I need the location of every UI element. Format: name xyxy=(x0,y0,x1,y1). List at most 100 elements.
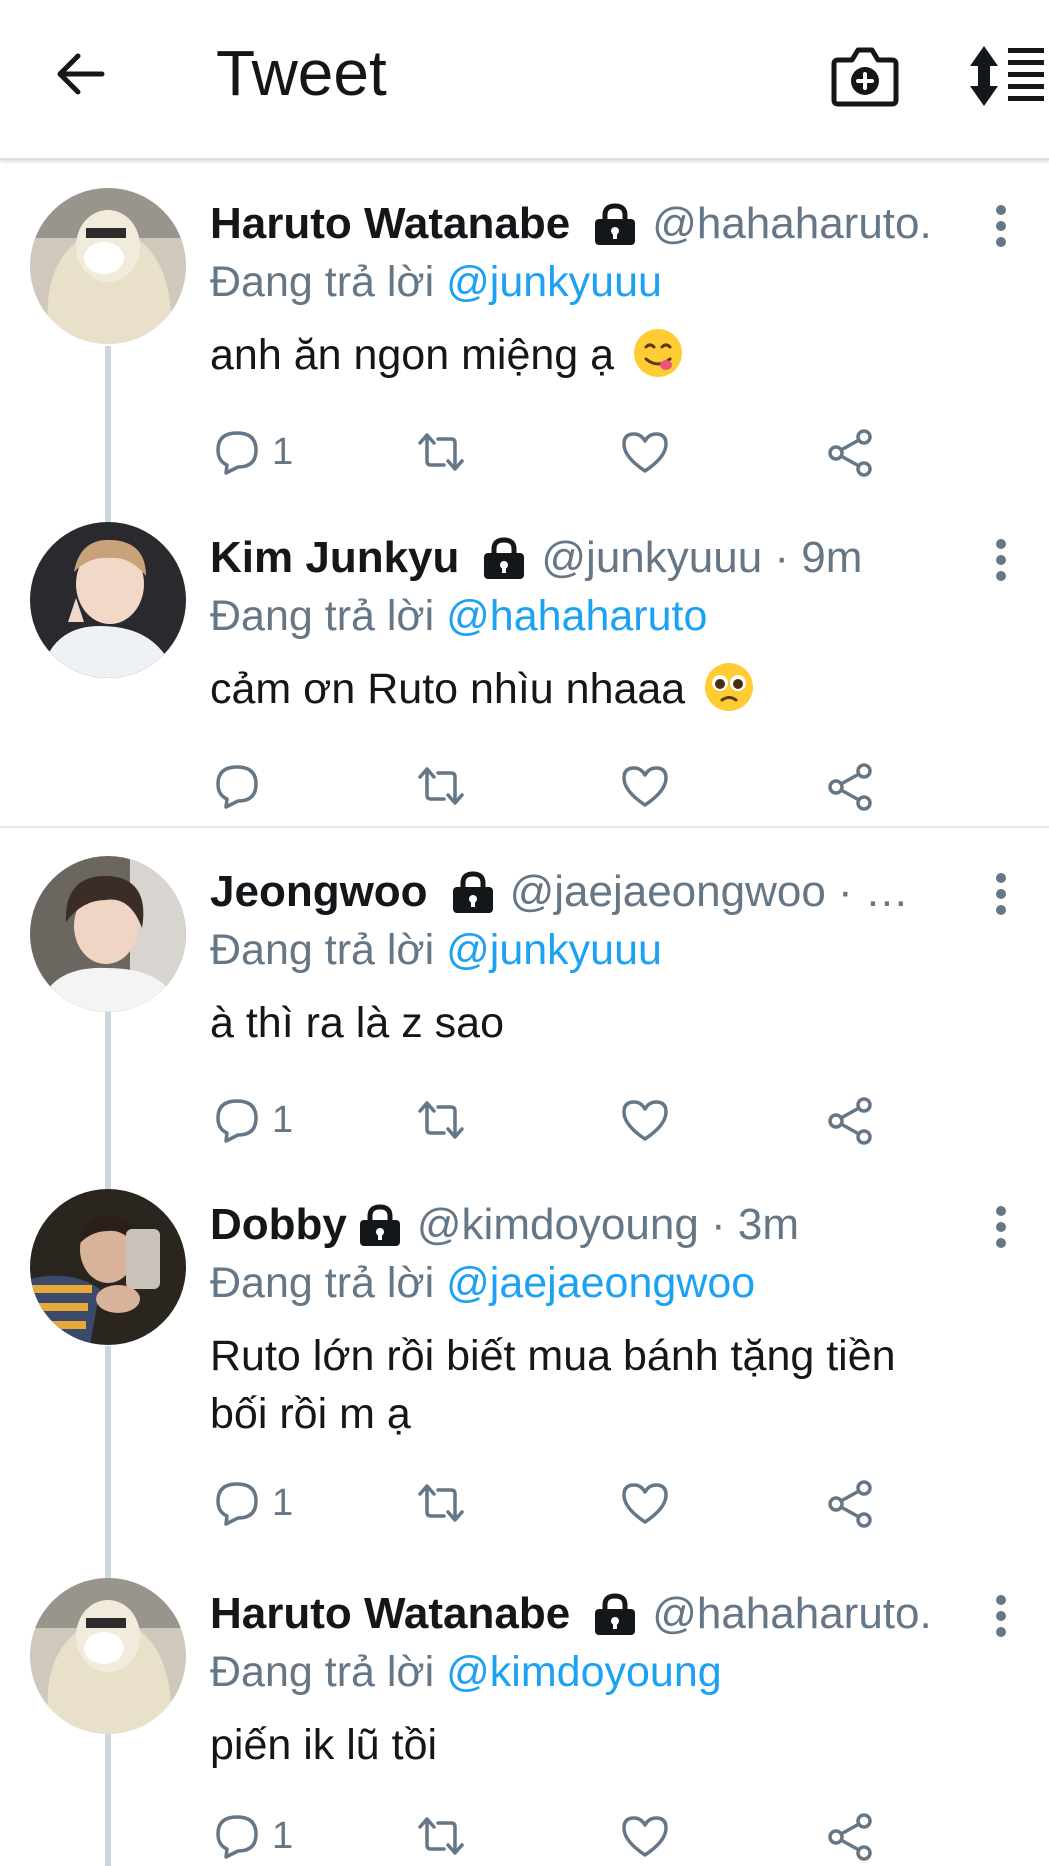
replying-to: Đang trả lời @jaejaeongwoo xyxy=(210,1255,755,1311)
reply-button[interactable]: 1 xyxy=(210,1473,293,1533)
tweet-header: Haruto Watanabe @hahaharuto. xyxy=(210,1586,980,1642)
retweet-button[interactable] xyxy=(414,1473,468,1533)
tweet[interactable]: Jeongwoo @jaejaeongwoo · … Đang trả lời … xyxy=(0,856,1049,1154)
tweet-text-line: bối rồi m ạ xyxy=(210,1390,411,1438)
tweet-header: Kim Junkyu @junkyuuu · 9m xyxy=(210,530,980,586)
share-icon xyxy=(828,763,872,811)
retweet-button[interactable] xyxy=(414,756,468,816)
yum-face-emoji xyxy=(634,329,683,377)
user-handle[interactable]: @hahaharuto. xyxy=(652,1586,932,1642)
conversation-divider xyxy=(0,826,1049,828)
like-button[interactable] xyxy=(618,1473,672,1533)
top-app-bar: Tweet xyxy=(0,0,1049,160)
lock-icon xyxy=(484,537,525,579)
like-button[interactable] xyxy=(618,422,672,482)
avatar[interactable] xyxy=(30,522,186,678)
more-options-icon[interactable] xyxy=(993,1205,1009,1249)
replying-to: Đang trả lời @kimdoyoung xyxy=(210,1644,722,1700)
replying-to-label: Đang trả lời xyxy=(210,258,435,306)
display-name[interactable]: Jeongwoo xyxy=(210,864,428,920)
arrow-left-icon[interactable] xyxy=(50,44,110,104)
tweet-text: piến ik lũ tồi xyxy=(210,1716,990,1774)
tweet-text: cảm ơn Ruto nhìu nhaaa xyxy=(210,660,990,718)
more-options-icon[interactable] xyxy=(993,204,1009,248)
reply-count: 1 xyxy=(272,1814,294,1857)
reply-count: 1 xyxy=(272,430,294,473)
retweet-icon xyxy=(418,767,464,805)
share-button[interactable] xyxy=(824,1473,878,1533)
share-button[interactable] xyxy=(824,422,878,482)
reply-button[interactable]: 1 xyxy=(210,1090,293,1150)
mention-link[interactable]: @jaejaeongwoo xyxy=(446,1259,755,1307)
share-icon xyxy=(828,429,872,477)
lock-icon xyxy=(359,1204,400,1246)
tweet-actions xyxy=(210,756,990,816)
replying-to-label: Đang trả lời xyxy=(210,926,435,974)
reply-icon xyxy=(216,1099,258,1143)
like-button[interactable] xyxy=(618,1806,672,1866)
display-name[interactable]: Kim Junkyu xyxy=(210,530,459,586)
retweet-button[interactable] xyxy=(414,422,468,482)
tweet[interactable]: Kim Junkyu @junkyuuu · 9m Đang trả lời @… xyxy=(0,522,1049,820)
display-name[interactable]: Haruto Watanabe xyxy=(210,196,570,252)
retweet-button[interactable] xyxy=(414,1090,468,1150)
tweet[interactable]: Dobby @kimdoyoung · 3m Đang trả lời @jae… xyxy=(0,1189,1049,1528)
tweet-text: à thì ra là z sao xyxy=(210,994,990,1052)
mention-link[interactable]: @kimdoyoung xyxy=(446,1648,722,1696)
reply-icon xyxy=(216,431,258,475)
share-icon xyxy=(828,1480,872,1528)
share-button[interactable] xyxy=(824,1806,878,1866)
user-handle[interactable]: @kimdoyoung · 3m xyxy=(417,1197,799,1253)
mention-link[interactable]: @hahaharuto xyxy=(446,592,707,640)
retweet-icon xyxy=(418,1101,464,1139)
like-button[interactable] xyxy=(618,1090,672,1150)
tweet-text: anh ăn ngon miệng ạ xyxy=(210,326,990,384)
more-options-icon[interactable] xyxy=(993,872,1009,916)
retweet-icon xyxy=(418,1817,464,1855)
heart-icon xyxy=(622,432,668,473)
tweet-actions: 1 xyxy=(210,1473,990,1533)
share-button[interactable] xyxy=(824,756,878,816)
reply-button[interactable]: 1 xyxy=(210,1806,293,1866)
avatar[interactable] xyxy=(30,1578,186,1734)
tweet[interactable]: Haruto Watanabe @hahaharuto. Đang trả lờ… xyxy=(0,188,1049,496)
tweet-text-line: Ruto lớn rồi biết mua bánh tặng tiền xyxy=(210,1332,896,1380)
display-name[interactable]: Haruto Watanabe xyxy=(210,1586,570,1642)
replying-to: Đang trả lời @junkyuuu xyxy=(210,254,662,310)
mention-link[interactable]: @junkyuuu xyxy=(446,258,662,306)
reply-icon xyxy=(216,765,258,809)
share-button[interactable] xyxy=(824,1090,878,1150)
tweet-header: Dobby @kimdoyoung · 3m xyxy=(210,1197,980,1253)
reply-icon xyxy=(216,1482,258,1526)
heart-icon xyxy=(622,1816,668,1857)
camera-plus-icon[interactable] xyxy=(830,42,900,108)
reply-count: 1 xyxy=(272,1481,294,1524)
more-options-icon[interactable] xyxy=(993,538,1009,582)
share-icon xyxy=(828,1097,872,1145)
replying-to-label: Đang trả lời xyxy=(210,1648,435,1696)
replying-to-label: Đang trả lời xyxy=(210,1259,435,1307)
tweet-text-content: cảm ơn Ruto nhìu nhaaa xyxy=(210,665,686,713)
more-options-icon[interactable] xyxy=(993,1594,1009,1638)
user-handle[interactable]: @junkyuuu · 9m xyxy=(541,530,862,586)
reply-button[interactable] xyxy=(210,756,272,816)
replying-to-label: Đang trả lời xyxy=(210,592,435,640)
reply-button[interactable]: 1 xyxy=(210,422,293,482)
user-handle[interactable]: @hahaharuto. xyxy=(652,196,932,252)
sort-list-icon[interactable] xyxy=(968,44,1048,108)
pleading-face-emoji xyxy=(705,663,754,711)
retweet-icon xyxy=(418,433,464,471)
like-button[interactable] xyxy=(618,756,672,816)
reply-count: 1 xyxy=(272,1098,294,1141)
avatar[interactable] xyxy=(30,188,186,344)
lock-icon xyxy=(595,203,636,245)
user-handle[interactable]: @jaejaeongwoo · … xyxy=(510,864,909,920)
avatar[interactable] xyxy=(30,1189,186,1345)
mention-link[interactable]: @junkyuuu xyxy=(446,926,662,974)
tweet[interactable]: Haruto Watanabe @hahaharuto. Đang trả lờ… xyxy=(0,1578,1049,1866)
display-name[interactable]: Dobby xyxy=(210,1197,347,1253)
retweet-button[interactable] xyxy=(414,1806,468,1866)
tweet-header: Jeongwoo @jaejaeongwoo · … xyxy=(210,864,980,920)
avatar[interactable] xyxy=(30,856,186,1012)
reply-icon xyxy=(216,1815,258,1859)
